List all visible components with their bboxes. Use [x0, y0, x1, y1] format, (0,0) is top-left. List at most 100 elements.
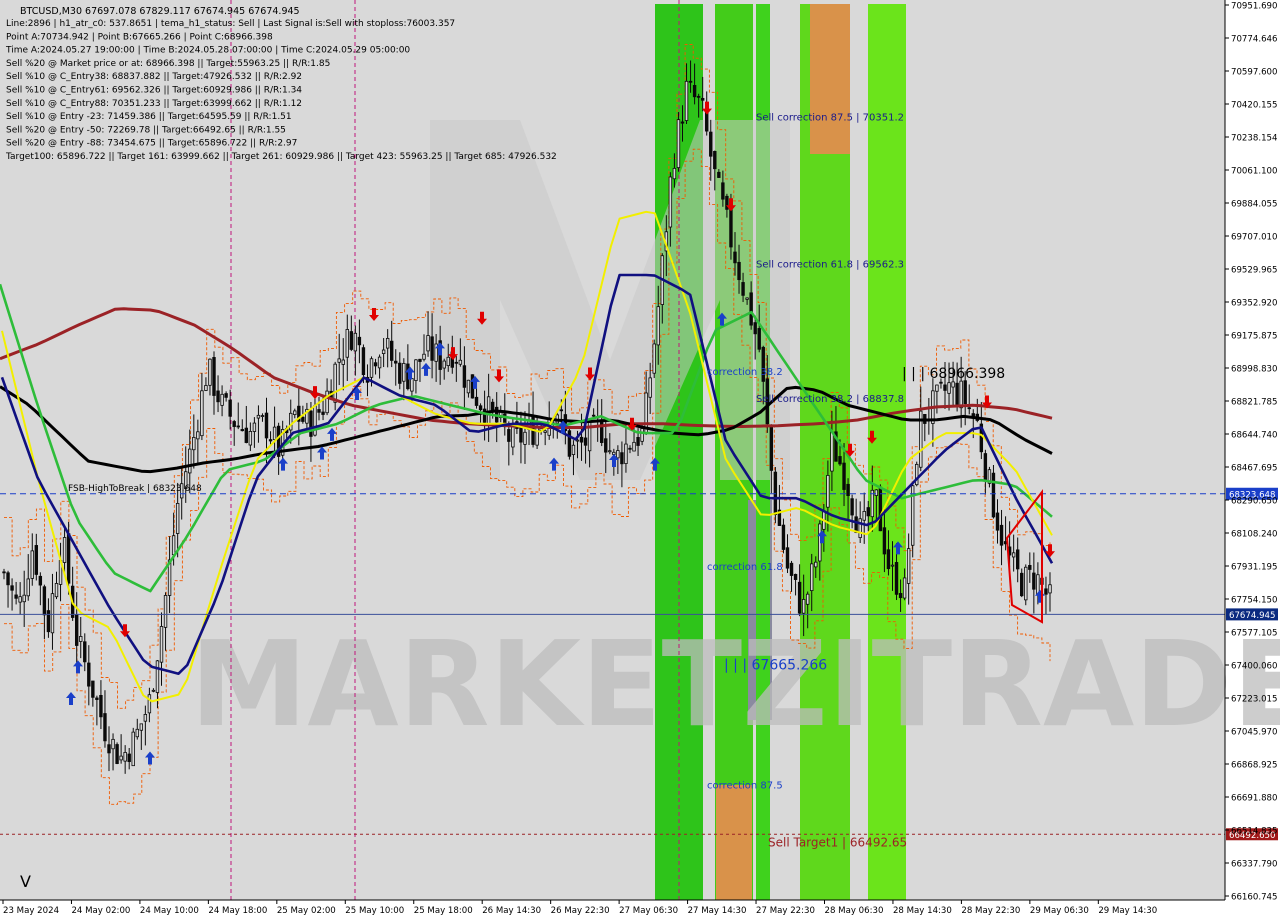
price-tick-label: 69352.920 — [1231, 299, 1277, 309]
candle-body — [721, 182, 725, 200]
candle-body — [458, 359, 463, 365]
candle-body — [983, 453, 988, 482]
candle-body — [159, 626, 164, 663]
candle-body — [826, 475, 830, 508]
info-line: Point A:70734.942 | Point B:67665.266 | … — [6, 32, 273, 42]
price-tick-label: 67754.150 — [1231, 596, 1277, 606]
price-tick-label: 70061.100 — [1231, 167, 1277, 177]
candle-body — [805, 593, 810, 605]
candle-body — [309, 410, 313, 437]
candle-body — [680, 121, 685, 124]
candle-body — [369, 358, 374, 378]
candle-body — [333, 363, 337, 403]
candle-body — [228, 399, 232, 417]
info-line: Sell %10 @ C_Entry61: 69562.326 || Targe… — [6, 86, 302, 96]
candle-body — [999, 524, 1004, 546]
price-tick-label: 68644.740 — [1231, 431, 1277, 441]
candle-body — [733, 251, 737, 264]
candle-body — [175, 502, 180, 534]
candle-body — [902, 577, 907, 599]
candle-body — [955, 382, 959, 405]
chart-window: MARKETZITRADE 68323.648 FSB-HighToBreak |… — [0, 0, 1280, 920]
candle-body — [301, 416, 305, 422]
candle-body — [38, 575, 43, 586]
level-price-tag-text: 67674.945 — [1229, 611, 1275, 621]
candle-body — [935, 384, 939, 392]
candle-body — [66, 533, 71, 584]
candle-body — [729, 207, 733, 248]
price-tick-label: 68108.240 — [1231, 530, 1277, 540]
candle-body — [74, 614, 79, 646]
time-tick-label: 28 May 22:30 — [961, 906, 1020, 916]
chart-annotation: correction 61.8 — [707, 562, 783, 573]
time-tick-label: 27 May 06:30 — [619, 906, 678, 916]
candle-body — [119, 755, 123, 761]
candle-body — [1044, 588, 1048, 595]
info-line: Time A:2024.05.27 19:00:00 | Time B:2024… — [5, 46, 410, 56]
candle-body — [478, 405, 483, 411]
chart-annotation: V — [20, 872, 31, 891]
candle-body — [14, 594, 18, 599]
info-line: Sell %10 @ Entry -23: 71459.386 || Targe… — [6, 112, 292, 122]
sell-target-label: Sell Target1 | 66492.65 — [768, 835, 907, 849]
candle-body — [22, 594, 26, 603]
candle-body — [143, 714, 148, 722]
candle-body — [192, 437, 196, 451]
candle-body — [959, 380, 963, 409]
candle-body — [289, 412, 293, 431]
candle-body — [220, 393, 224, 406]
candle-body — [1032, 572, 1036, 590]
candle-body — [147, 694, 152, 714]
candle-body — [264, 412, 269, 439]
candle-body — [50, 593, 55, 634]
chart-annotation: | | | 68966.398 — [902, 366, 1005, 382]
candle-body — [648, 377, 652, 398]
candle-body — [709, 131, 713, 157]
candle-body — [963, 380, 967, 405]
candle-body — [337, 358, 341, 363]
candle-body — [54, 583, 59, 598]
candle-body — [208, 358, 212, 386]
info-line: Target100: 65896.722 || Target 161: 6399… — [5, 152, 557, 162]
info-line: Sell %20 @ Entry -50: 72269.78 || Target… — [6, 125, 286, 135]
symbol-line: BTCUSD,M30 67697.078 67829.117 67674.945… — [20, 6, 300, 17]
candle-body — [753, 322, 757, 335]
time-tick-label: 24 May 18:00 — [208, 906, 267, 916]
lime-zone-3 — [868, 4, 906, 900]
candle-body — [260, 415, 265, 417]
candle-body — [519, 425, 523, 443]
candle-body — [842, 462, 846, 490]
price-tick-label: 69707.010 — [1231, 233, 1277, 243]
candle-body — [42, 586, 47, 616]
time-tick-label: 25 May 10:00 — [345, 906, 404, 916]
info-line: Sell %20 @ Entry -88: 73454.675 || Targe… — [6, 139, 297, 149]
candle-body — [591, 414, 596, 417]
price-tick-label: 67577.105 — [1231, 629, 1277, 639]
candle-body — [321, 411, 325, 415]
candle-body — [656, 306, 660, 346]
candle-body — [789, 562, 794, 576]
candle-body — [906, 548, 911, 584]
candle-body — [1015, 549, 1020, 570]
candle-body — [349, 331, 354, 350]
chart-annotation: | | | 67665.266 — [724, 658, 827, 674]
price-tick-label: 67223.015 — [1231, 695, 1277, 705]
price-tick-label: 68821.785 — [1231, 398, 1277, 408]
candle-body — [325, 390, 329, 414]
candle-body — [967, 407, 971, 410]
price-tick-label: 66868.925 — [1231, 761, 1277, 771]
candle-body — [422, 353, 426, 360]
candle-body — [248, 431, 253, 446]
candle-body — [62, 537, 67, 563]
candle-body — [995, 512, 1000, 531]
candle-body — [171, 535, 176, 556]
candle-body — [507, 429, 511, 442]
candle-body — [115, 744, 119, 764]
candle-body — [361, 347, 366, 376]
candle-body — [846, 483, 850, 496]
price-tick-label: 69884.055 — [1231, 200, 1277, 210]
candle-body — [462, 365, 467, 388]
candle-body — [579, 436, 584, 443]
price-tick-label: 70597.600 — [1231, 68, 1277, 78]
candle-body — [898, 593, 903, 599]
